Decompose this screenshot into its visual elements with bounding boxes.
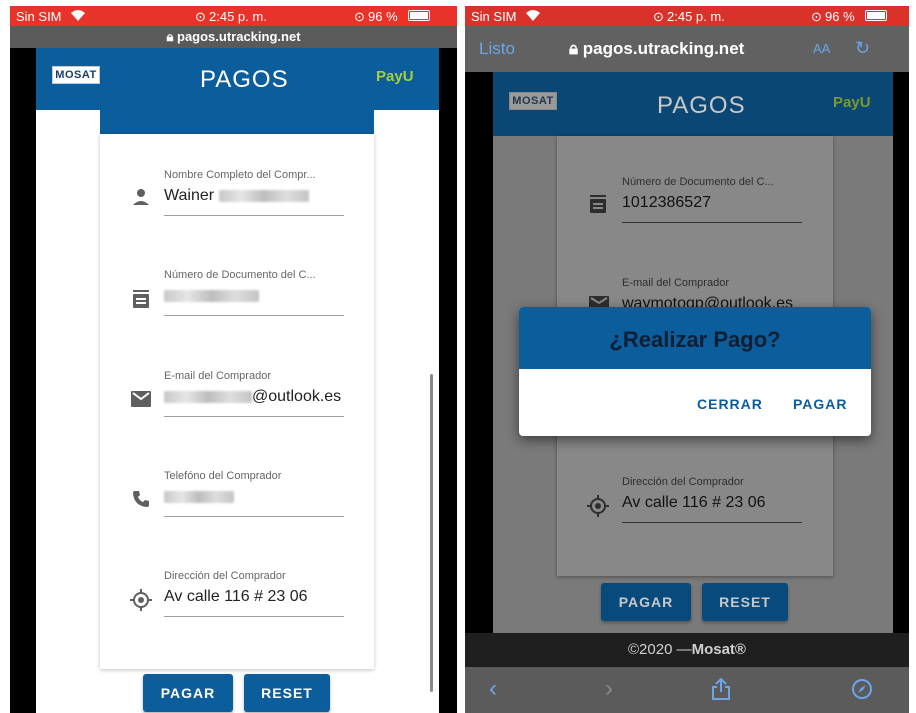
rotation-lock-icon: ⊙ xyxy=(354,9,365,24)
field-underline xyxy=(164,315,344,316)
full-name-label: Nombre Completo del Compr... xyxy=(164,169,316,181)
clock-icon: ⊙ xyxy=(653,9,664,24)
footer-copyright: ©2020 — xyxy=(628,641,692,658)
time-label: 2:45 p. m. xyxy=(209,9,267,24)
document-number-label: Número de Documento del C... xyxy=(164,269,316,281)
page-title: PAGOS xyxy=(200,66,289,93)
reset-button[interactable]: RESET xyxy=(702,583,788,621)
close-button[interactable]: CERRAR xyxy=(697,396,763,412)
pay-button[interactable]: PAGAR xyxy=(143,674,233,712)
field-underline xyxy=(622,222,802,223)
email-label: E-mail del Comprador xyxy=(164,370,271,382)
clock-icon: ⊙ xyxy=(195,9,206,24)
id-card-icon xyxy=(132,290,150,315)
full-name-value: Wainer xyxy=(164,187,309,205)
field-underline xyxy=(622,522,802,523)
scrollbar[interactable] xyxy=(430,374,433,692)
payu-logo: PayU xyxy=(833,94,871,111)
mosat-logo: MOSAT xyxy=(52,66,100,84)
redacted-text xyxy=(164,289,259,302)
text-size-button[interactable]: AA xyxy=(813,41,830,56)
dialog-title: ¿Realizar Pago? xyxy=(609,327,781,352)
field-underline xyxy=(164,416,344,417)
location-icon xyxy=(587,495,609,522)
id-card-icon xyxy=(589,195,607,220)
redacted-text xyxy=(164,390,252,403)
done-button[interactable]: Listo xyxy=(479,39,515,59)
person-icon xyxy=(132,188,150,211)
payu-logo: PayU xyxy=(376,68,414,85)
document-number-value xyxy=(164,287,259,305)
url-bar[interactable]: 🔒︎ pagos.utracking.net xyxy=(569,39,744,59)
address-value: Av calle 116 # 23 06 xyxy=(164,588,308,605)
wifi-icon xyxy=(525,8,541,25)
page-title: PAGOS xyxy=(657,92,746,119)
email-value: @outlook.es xyxy=(164,388,341,406)
browser-toolbar: Listo 🔒︎ pagos.utracking.net AA ↻ xyxy=(465,26,909,72)
email-icon xyxy=(131,391,151,412)
right-screenshot: Sin SIM ⊙ 2:45 p. m. ⊙ 96 % Listo 🔒︎ pag… xyxy=(465,6,909,713)
redacted-text xyxy=(218,189,309,202)
time-label: 2:45 p. m. xyxy=(667,9,725,24)
battery-icon xyxy=(865,10,887,21)
share-icon[interactable] xyxy=(711,677,731,706)
back-icon[interactable]: ‹ xyxy=(489,675,497,703)
lock-icon: 🔒︎ xyxy=(569,39,579,58)
pay-button[interactable]: PAGAR xyxy=(601,583,691,621)
url-text: pagos.utracking.net xyxy=(582,39,745,58)
app-header: MOSAT PAGOS PayU xyxy=(36,48,439,110)
field-underline xyxy=(164,616,344,617)
address-value: Av calle 116 # 23 06 xyxy=(622,494,766,511)
reload-icon[interactable]: ↻ xyxy=(855,38,870,59)
confirm-payment-dialog: ¿Realizar Pago? CERRAR PAGAR xyxy=(519,307,871,436)
lock-icon: 🔒︎ xyxy=(166,29,174,44)
status-bar: Sin SIM ⊙ 2:45 p. m. ⊙ 96 % xyxy=(10,6,457,26)
battery-label: 96 % xyxy=(368,9,398,24)
document-number-value: 1012386527 xyxy=(622,194,711,211)
url-text: pagos.utracking.net xyxy=(177,29,301,44)
location-icon xyxy=(130,589,152,616)
field-underline xyxy=(164,215,344,216)
compass-icon[interactable] xyxy=(851,678,873,705)
redacted-text xyxy=(164,490,234,503)
footer-brand: Mosat® xyxy=(691,641,746,658)
app-header: MOSAT PAGOS PayU xyxy=(493,72,893,136)
wifi-icon xyxy=(70,8,86,25)
battery-icon xyxy=(408,10,430,21)
dialog-header: ¿Realizar Pago? xyxy=(519,307,871,369)
carrier-label: Sin SIM xyxy=(16,9,62,24)
phone-value xyxy=(164,488,234,506)
left-screenshot: Sin SIM ⊙ 2:45 p. m. ⊙ 96 % 🔒︎ pagos.utr… xyxy=(10,6,457,713)
rotation-lock-icon: ⊙ xyxy=(811,9,822,24)
mosat-logo: MOSAT xyxy=(509,92,557,110)
email-label: E-mail del Comprador xyxy=(622,277,729,289)
url-bar[interactable]: 🔒︎ pagos.utracking.net xyxy=(10,26,457,48)
document-number-label: Número de Documento del C... xyxy=(622,176,774,188)
page-footer: ©2020 —Mosat® xyxy=(465,633,909,667)
carrier-label: Sin SIM xyxy=(471,9,517,24)
phone-label: Telefóno del Comprador xyxy=(164,470,282,482)
status-bar: Sin SIM ⊙ 2:45 p. m. ⊙ 96 % xyxy=(465,6,909,26)
battery-label: 96 % xyxy=(825,9,855,24)
forward-icon[interactable]: › xyxy=(605,675,613,703)
section-header xyxy=(100,110,374,134)
confirm-pay-button[interactable]: PAGAR xyxy=(793,396,848,412)
address-label: Dirección del Comprador xyxy=(622,476,744,488)
reset-button[interactable]: RESET xyxy=(244,674,330,712)
phone-icon xyxy=(132,490,150,513)
browser-bottom-toolbar: ‹ › xyxy=(465,667,909,713)
address-label: Dirección del Comprador xyxy=(164,570,286,582)
field-underline xyxy=(164,516,344,517)
